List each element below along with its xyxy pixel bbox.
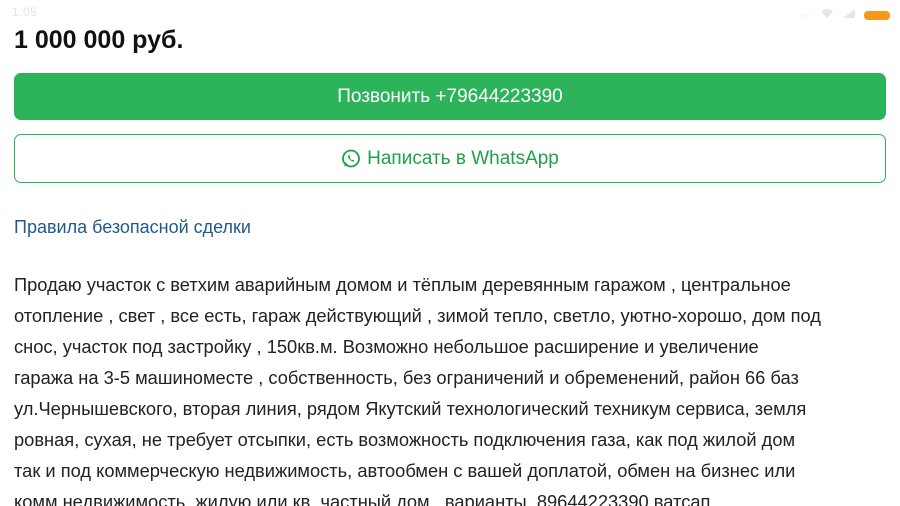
status-indicators: ··· (800, 6, 890, 24)
status-dots: ··· (800, 8, 812, 22)
signal-icon (842, 6, 856, 24)
whatsapp-button[interactable]: Написать в WhatsApp (14, 134, 886, 183)
whatsapp-button-label: Написать в WhatsApp (367, 147, 559, 169)
listing-screen: 1:05 ··· 1 000 000 руб. Позвонить +79644… (0, 0, 900, 506)
status-time: 1:05 (12, 5, 38, 19)
listing-price: 1 000 000 руб. (14, 26, 184, 54)
call-button[interactable]: Позвонить +79644223390 (14, 73, 886, 120)
status-bar: 1:05 ··· (0, 0, 900, 26)
battery-icon (864, 10, 890, 20)
listing-description: Продаю участок с ветхим аварийным домом … (14, 274, 821, 506)
whatsapp-icon (341, 149, 361, 169)
safe-deal-rules-link[interactable]: Правила безопасной сделки (14, 214, 251, 240)
wifi-icon (820, 6, 834, 24)
